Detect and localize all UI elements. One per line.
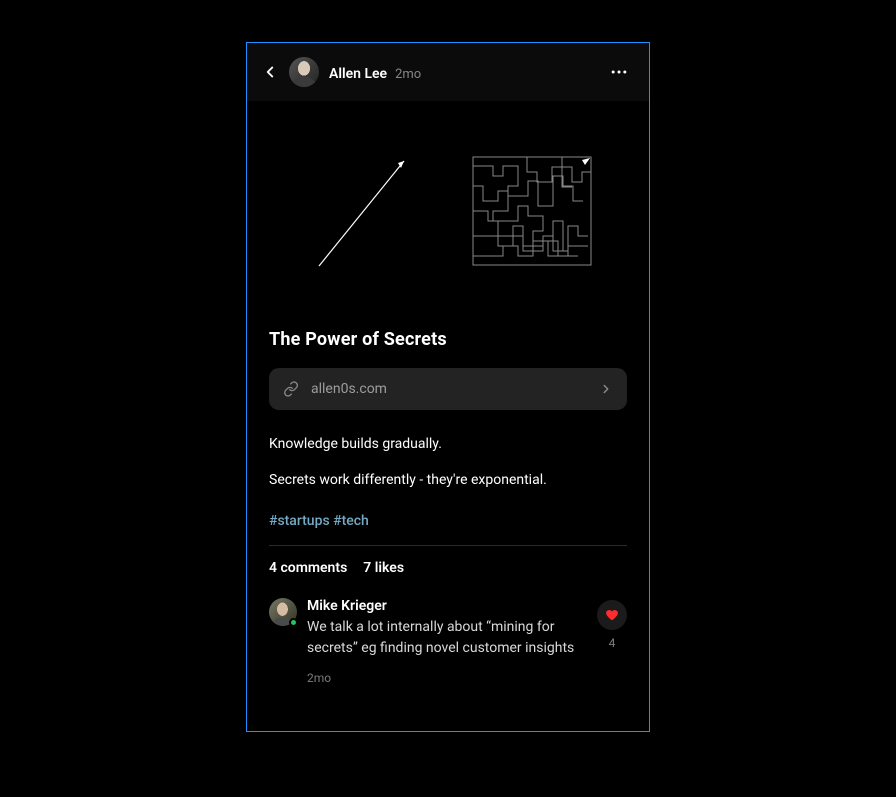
like-button[interactable] [597,600,627,630]
comment-row: Mike Krieger We talk a lot internally ab… [269,596,627,687]
post-image [247,101,649,311]
comment-avatar-wrap[interactable] [269,598,297,626]
link-icon [283,381,299,397]
post-header: Allen Lee 2mo [247,43,649,101]
comment-text: We talk a lot internally about “mining f… [307,617,583,659]
back-button[interactable] [261,63,279,81]
post-detail-frame: Allen Lee 2mo The Power [246,42,650,732]
comment-like-column: 4 [597,600,627,650]
more-horizontal-icon [609,62,629,82]
more-options-button[interactable] [605,58,633,86]
comment-like-count: 4 [609,636,616,650]
link-url: allen0s.com [311,381,587,397]
chevron-left-icon [261,63,279,81]
post-content: The Power of Secrets allen0s.com Knowled… [247,311,649,687]
external-link-card[interactable]: allen0s.com [269,368,627,410]
comment-author: Mike Krieger [307,598,387,614]
line-arrow-illustration [304,146,424,276]
maze-illustration [472,156,592,266]
heart-icon [605,608,619,622]
author-name: Allen Lee [329,66,387,82]
likes-count[interactable]: 7 likes [363,560,404,576]
comment-body[interactable]: Mike Krieger We talk a lot internally ab… [307,596,627,687]
post-paragraph-1: Knowledge builds gradually. [269,434,627,456]
comment-timestamp: 2mo [307,669,583,687]
post-hashtags[interactable]: #startups #tech [269,513,627,545]
divider [269,545,627,546]
author-avatar[interactable] [289,57,319,87]
post-title: The Power of Secrets [269,329,627,350]
post-stats: 4 comments 7 likes [269,560,627,576]
post-paragraph-2: Secrets work differently - they're expon… [269,470,627,492]
comments-count[interactable]: 4 comments [269,560,347,576]
author-block[interactable]: Allen Lee 2mo [329,63,421,82]
post-timestamp: 2mo [395,67,421,82]
chevron-right-icon [599,382,613,396]
